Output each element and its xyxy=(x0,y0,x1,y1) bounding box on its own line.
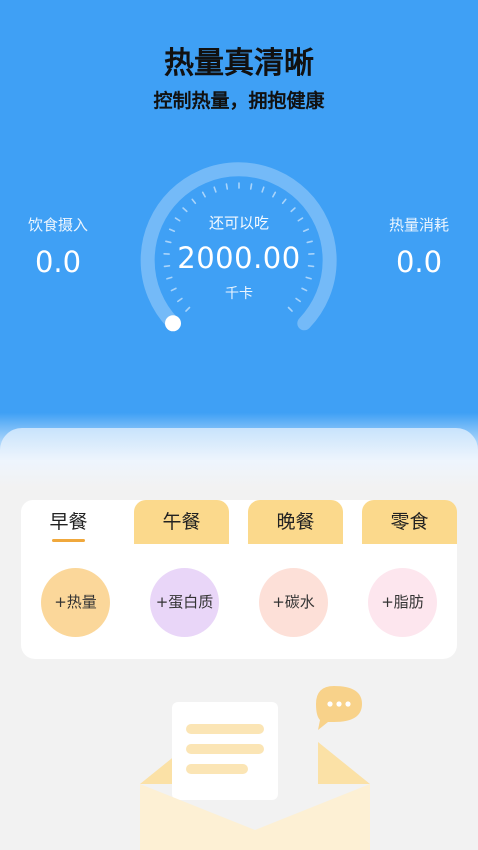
burn-label: 热量消耗 xyxy=(388,216,449,234)
active-tab-indicator xyxy=(52,539,85,542)
intake-label: 饮食摄入 xyxy=(27,216,88,234)
tab-lunch[interactable]: 午餐 xyxy=(134,500,229,544)
gauge-tick xyxy=(185,306,191,312)
gauge-tick xyxy=(281,198,287,205)
gauge-tick xyxy=(182,207,188,213)
burn-value: 0.0 xyxy=(395,245,443,279)
page-subtitle: 控制热量，拥抱健康 xyxy=(153,90,325,112)
gauge-tick xyxy=(287,306,293,312)
tab-breakfast-label: 早餐 xyxy=(49,511,88,533)
remaining-label: 还可以吃 xyxy=(208,214,269,232)
page-title: 热量真清晰 xyxy=(164,46,314,81)
gauge-tick xyxy=(272,191,277,198)
tab-lunch-label: 午餐 xyxy=(162,511,201,533)
empty-envelope-icon xyxy=(140,686,370,850)
tab-snack[interactable]: 零食 xyxy=(362,500,457,544)
gauge-tick xyxy=(201,191,206,198)
chat-bubble-icon xyxy=(316,686,362,730)
tab-dinner[interactable]: 晚餐 xyxy=(248,500,343,544)
remaining-unit: 千卡 xyxy=(225,286,253,302)
intake-value: 0.0 xyxy=(34,245,82,279)
gauge-tick xyxy=(290,207,296,213)
gauge-tick xyxy=(249,183,253,190)
intake-stat: 饮食摄入 0.0 xyxy=(0,214,118,279)
tab-snack-label: 零食 xyxy=(390,511,429,533)
add-calories-button[interactable]: +热量 xyxy=(41,568,110,637)
burn-stat: 热量消耗 0.0 xyxy=(359,214,478,279)
meal-tabs: 早餐 午餐 晚餐 零食 xyxy=(21,500,457,544)
gauge-tick xyxy=(225,183,229,190)
content-sheet-top xyxy=(0,428,478,488)
add-carbs-button[interactable]: +碳水 xyxy=(259,568,328,637)
tab-breakfast[interactable]: 早餐 xyxy=(21,500,116,544)
tab-dinner-label: 晚餐 xyxy=(276,511,315,533)
gauge-tick xyxy=(191,198,197,205)
gauge-center: 还可以吃 2000.00 千卡 xyxy=(138,212,340,303)
add-fat-button[interactable]: +脂肪 xyxy=(368,568,437,637)
add-protein-button[interactable]: +蛋白质 xyxy=(150,568,219,637)
remaining-value: 2000.00 xyxy=(177,241,301,275)
gauge-tick xyxy=(213,186,217,193)
gauge-knob xyxy=(165,315,181,332)
gauge-tick xyxy=(261,186,265,193)
